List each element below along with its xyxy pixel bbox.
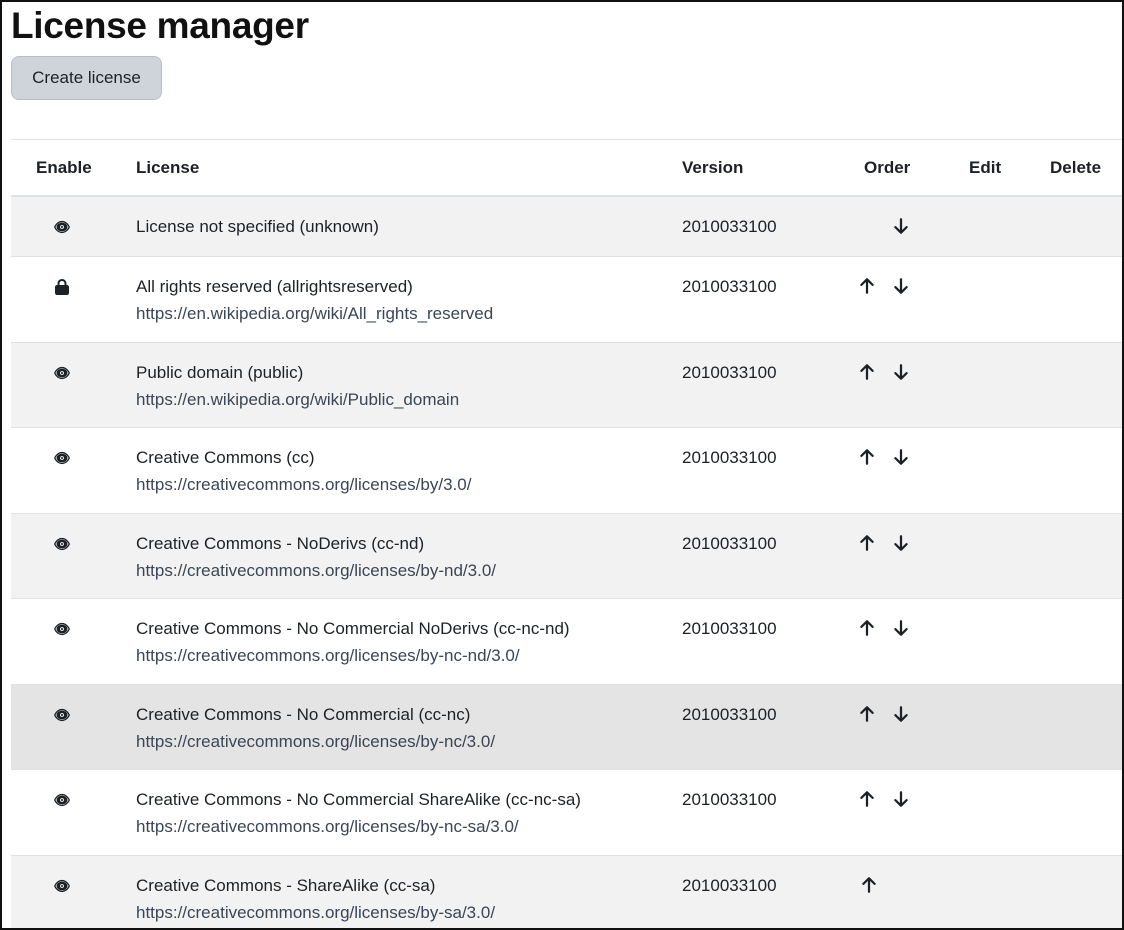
version-cell: 2010033100	[682, 217, 777, 236]
eye-icon[interactable]	[51, 536, 73, 556]
version-cell: 2010033100	[682, 705, 777, 724]
license-table: Enable License Version Order Edit Delete…	[11, 139, 1122, 928]
table-row: Creative Commons - No Commercial NoDeriv…	[11, 599, 1122, 685]
eye-icon[interactable]	[51, 707, 73, 727]
license-name: License not specified (unknown)	[136, 217, 379, 236]
license-cell: Creative Commons - No Commercial (cc-nc)…	[136, 705, 495, 752]
license-name: Creative Commons - No Commercial ShareAl…	[136, 790, 581, 809]
arrow-up-icon[interactable]	[859, 534, 877, 557]
table-row: Creative Commons - NoDerivs (cc-nd) http…	[11, 514, 1122, 599]
arrow-up-icon[interactable]	[859, 277, 877, 300]
license-url-link[interactable]: https://en.wikipedia.org/wiki/All_rights…	[136, 304, 493, 324]
license-manager-page: License manager Create license Enable Li…	[0, 0, 1124, 930]
arrow-down-icon[interactable]	[893, 790, 911, 813]
license-cell: Creative Commons (cc) https://creativeco…	[136, 448, 471, 495]
license-cell: All rights reserved (allrightsreserved) …	[136, 277, 493, 324]
version-cell: 2010033100	[682, 534, 777, 553]
license-name: Creative Commons - ShareAlike (cc-sa)	[136, 876, 436, 895]
license-name: Creative Commons - NoDerivs (cc-nd)	[136, 534, 425, 553]
version-cell: 2010033100	[682, 277, 777, 296]
eye-icon[interactable]	[51, 365, 73, 385]
arrow-down-icon[interactable]	[893, 277, 911, 300]
eye-icon[interactable]	[51, 878, 73, 898]
arrow-down-icon[interactable]	[893, 619, 911, 642]
arrow-down-icon[interactable]	[893, 534, 911, 557]
version-cell: 2010033100	[682, 876, 777, 895]
license-name: Creative Commons (cc)	[136, 448, 315, 467]
eye-icon[interactable]	[51, 621, 73, 641]
create-license-button[interactable]: Create license	[11, 56, 162, 100]
license-cell: Creative Commons - ShareAlike (cc-sa) ht…	[136, 876, 495, 923]
license-cell: Public domain (public) https://en.wikipe…	[136, 363, 459, 410]
license-url-link[interactable]: https://creativecommons.org/licenses/by-…	[136, 561, 496, 581]
license-cell: Creative Commons - No Commercial NoDeriv…	[136, 619, 570, 666]
arrow-down-icon[interactable]	[893, 363, 911, 386]
license-cell: Creative Commons - No Commercial ShareAl…	[136, 790, 581, 837]
header-license: License	[136, 158, 200, 177]
arrow-up-icon[interactable]	[859, 705, 877, 728]
eye-icon[interactable]	[51, 792, 73, 812]
arrow-up-icon[interactable]	[859, 448, 877, 471]
arrow-up-icon[interactable]	[859, 790, 877, 813]
version-cell: 2010033100	[682, 619, 777, 638]
eye-icon[interactable]	[51, 450, 73, 470]
table-row: Creative Commons (cc) https://creativeco…	[11, 428, 1122, 514]
arrow-up-icon[interactable]	[859, 363, 877, 386]
arrow-up-icon[interactable]	[859, 619, 877, 642]
eye-icon[interactable]	[51, 219, 73, 239]
lock-icon	[51, 279, 73, 300]
arrow-down-icon[interactable]	[893, 217, 911, 240]
arrow-down-icon[interactable]	[893, 705, 911, 728]
version-cell: 2010033100	[682, 363, 777, 382]
arrow-down-icon[interactable]	[893, 448, 911, 471]
table-row: Creative Commons - No Commercial ShareAl…	[11, 770, 1122, 856]
table-row: All rights reserved (allrightsreserved) …	[11, 257, 1122, 343]
page-title: License manager	[11, 5, 309, 46]
arrow-up-icon[interactable]	[861, 876, 879, 899]
header-enable: Enable	[36, 158, 92, 177]
license-url-link[interactable]: https://creativecommons.org/licenses/by-…	[136, 817, 581, 837]
table-header: Enable License Version Order Edit Delete	[11, 139, 1122, 197]
license-url-link[interactable]: https://en.wikipedia.org/wiki/Public_dom…	[136, 390, 459, 410]
header-version: Version	[682, 158, 744, 177]
license-name: Creative Commons - No Commercial NoDeriv…	[136, 619, 570, 638]
license-url-link[interactable]: https://creativecommons.org/licenses/by-…	[136, 646, 570, 666]
license-url-link[interactable]: https://creativecommons.org/licenses/by-…	[136, 903, 495, 923]
header-order: Order	[864, 158, 911, 177]
license-name: Creative Commons - No Commercial (cc-nc)	[136, 705, 471, 724]
version-cell: 2010033100	[682, 448, 777, 467]
license-cell: Creative Commons - NoDerivs (cc-nd) http…	[136, 534, 496, 581]
table-body: License not specified (unknown) 20100331…	[11, 197, 1122, 928]
table-row: Creative Commons - No Commercial (cc-nc)…	[11, 685, 1122, 770]
license-name: All rights reserved (allrightsreserved)	[136, 277, 413, 296]
header-delete: Delete	[1050, 158, 1102, 177]
table-row: Public domain (public) https://en.wikipe…	[11, 343, 1122, 428]
version-cell: 2010033100	[682, 790, 777, 809]
table-row: Creative Commons - ShareAlike (cc-sa) ht…	[11, 856, 1122, 928]
license-name: Public domain (public)	[136, 363, 304, 382]
license-url-link[interactable]: https://creativecommons.org/licenses/by-…	[136, 732, 495, 752]
table-row: License not specified (unknown) 20100331…	[11, 197, 1122, 257]
license-url-link[interactable]: https://creativecommons.org/licenses/by/…	[136, 475, 471, 495]
license-cell: License not specified (unknown)	[136, 217, 379, 237]
header-edit: Edit	[969, 158, 1002, 177]
